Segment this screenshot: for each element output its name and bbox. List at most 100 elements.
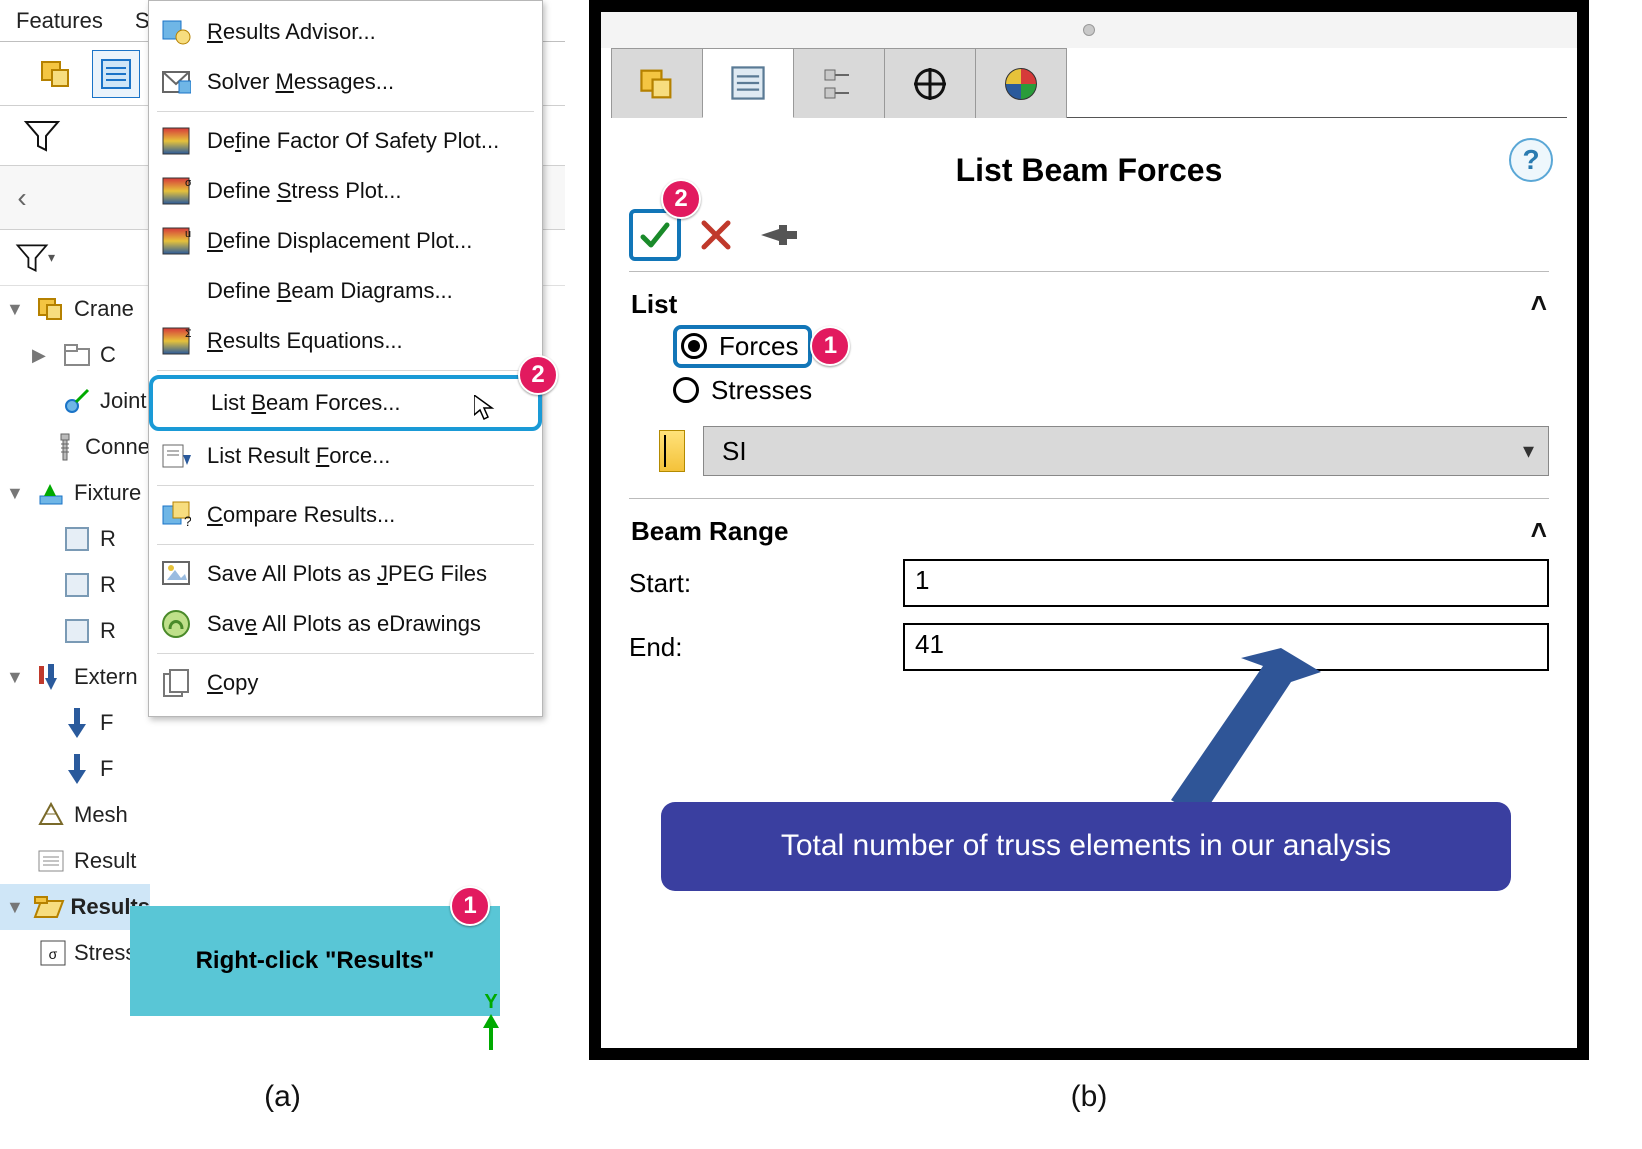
tree-item-label: Mesh <box>74 802 128 828</box>
tab-feature-tree[interactable] <box>611 48 703 118</box>
tree-item[interactable]: Result <box>0 838 150 884</box>
arrow-down-icon <box>60 706 94 740</box>
tree-item-label: Extern <box>74 664 138 690</box>
menu-item[interactable]: Results Advisor... <box>149 7 542 57</box>
tree-item[interactable]: σStress1 (-STRMAX: Upper bou <box>0 930 150 976</box>
tree-item[interactable]: Joint <box>0 378 150 424</box>
start-input[interactable]: 1 <box>903 559 1549 607</box>
menu-item[interactable]: ΣResults Equations... <box>149 316 542 366</box>
tree-item[interactable]: R <box>0 516 150 562</box>
tree-caret-icon[interactable]: ▼ <box>6 299 28 320</box>
feature-tree-icon[interactable] <box>32 50 80 98</box>
menu-item[interactable]: ?Compare Results... <box>149 490 542 540</box>
menu-item[interactable]: Save All Plots as JPEG Files <box>149 549 542 599</box>
figure-label-a: (a) <box>0 1080 565 1114</box>
callout-arrow <box>1121 648 1321 818</box>
menu-separator <box>157 544 534 545</box>
arrow-down-icon <box>60 752 94 786</box>
panel-grip[interactable] <box>601 12 1577 48</box>
chevron-up-icon: ˄ <box>1531 515 1547 547</box>
folder-icon <box>60 338 94 372</box>
tree-item[interactable]: R <box>0 608 150 654</box>
chevron-left-icon[interactable]: ‹ <box>10 182 34 214</box>
copy-icon <box>159 666 193 700</box>
menu-item-label: Define Factor Of Safety Plot... <box>207 128 499 154</box>
box-icon <box>60 522 94 556</box>
plot-sigma-icon: σ <box>159 174 193 208</box>
tree-item[interactable]: ▼Results <box>0 884 150 930</box>
tab-features[interactable]: Features <box>0 3 119 41</box>
funnel-icon[interactable] <box>22 116 62 156</box>
menu-item[interactable]: uDefine Displacement Plot... <box>149 216 542 266</box>
arrow-up-icon <box>481 1014 501 1050</box>
menu-item[interactable]: σDefine Stress Plot... <box>149 166 542 216</box>
tree-item[interactable]: ▶C <box>0 332 150 378</box>
help-button[interactable]: ? <box>1509 138 1553 182</box>
tree-caret-icon[interactable]: ▼ <box>6 897 27 918</box>
section-list-header[interactable]: List ˄ <box>629 284 1549 324</box>
radio-stresses-label: Stresses <box>711 375 812 406</box>
figure-label-b: (b) <box>589 1080 1589 1114</box>
feature-tree: ▼Crane▶CJointConne▼FixtureRRR▼ExternFFMe… <box>0 286 150 1060</box>
menu-item-label: Save All Plots as eDrawings <box>207 611 481 637</box>
end-row: End: 41 <box>629 615 1549 679</box>
tree-item[interactable]: Mesh <box>0 792 150 838</box>
tree-item[interactable]: ▼ Extern <box>0 654 150 700</box>
joint-icon <box>60 384 94 418</box>
tab-property-manager[interactable] <box>702 48 794 118</box>
step-badge-2-right: 2 <box>661 179 701 219</box>
tab-configuration-manager[interactable] <box>793 48 885 118</box>
radio-stresses[interactable] <box>673 377 699 403</box>
menu-item[interactable]: List Result Force... <box>149 431 542 481</box>
units-select[interactable]: SI ▾ <box>703 426 1549 476</box>
tree-caret-icon[interactable]: ▼ <box>6 483 28 504</box>
tab-dimxpert[interactable] <box>884 48 976 118</box>
menu-item[interactable]: Define Beam Diagrams... <box>149 266 542 316</box>
part-icon <box>34 292 68 326</box>
cancel-button[interactable] <box>699 218 733 252</box>
plot-icon <box>159 124 193 158</box>
svg-text:?: ? <box>184 513 191 529</box>
menu-item-label: Solver Messages... <box>207 69 394 95</box>
tree-item[interactable]: ▼ Fixture <box>0 470 150 516</box>
radio-forces[interactable] <box>681 333 707 359</box>
tree-item[interactable]: ▼Crane <box>0 286 150 332</box>
tree-caret-icon[interactable]: ▼ <box>6 667 28 688</box>
menu-item[interactable]: Solver Messages... <box>149 57 542 107</box>
tree-item[interactable]: F <box>0 746 150 792</box>
radio-forces-highlight: Forces <box>673 325 812 368</box>
tree-item-label: Result <box>74 848 136 874</box>
menu-item-label: Save All Plots as JPEG Files <box>207 561 487 587</box>
separator <box>629 271 1549 272</box>
tree-item[interactable]: R <box>0 562 150 608</box>
manager-tab-row <box>611 48 1567 118</box>
menu-item[interactable]: Define Factor Of Safety Plot... <box>149 116 542 166</box>
tree-item[interactable]: Conne <box>0 424 150 470</box>
dropdown-caret-icon[interactable]: ▾ <box>48 249 55 266</box>
menu-separator <box>157 485 534 486</box>
menu-item[interactable]: List Beam Forces...2 <box>149 375 542 431</box>
section-beam-range-header[interactable]: Beam Range ˄ <box>629 511 1549 551</box>
ok-cancel-row: 2 <box>629 207 1549 263</box>
menu-item[interactable]: Copy <box>149 658 542 708</box>
start-label: Start: <box>629 568 889 599</box>
menu-item[interactable]: Save All Plots as eDrawings <box>149 599 542 649</box>
svg-text:σ: σ <box>185 177 191 189</box>
folder-open-icon <box>33 890 65 924</box>
tree-item[interactable]: F <box>0 700 150 746</box>
tree-caret-icon[interactable]: ▶ <box>32 345 54 366</box>
menu-item-label: List Beam Forces... <box>211 390 401 416</box>
step-badge-2-left: 2 <box>518 355 558 395</box>
edraw-icon <box>159 607 193 641</box>
chevron-up-icon: ˄ <box>1531 288 1547 320</box>
callout-truss-count: Total number of truss elements in our an… <box>661 802 1511 891</box>
tree-item-label: Fixture <box>74 480 141 506</box>
screenshot-b: List Beam Forces 2 <box>589 0 1589 1060</box>
pin-button[interactable] <box>761 221 799 249</box>
tab-display-manager[interactable] <box>975 48 1067 118</box>
mesh-icon <box>34 798 68 832</box>
tree-item-label: R <box>100 618 116 644</box>
radio-forces-row: Forces 1 <box>629 324 1549 368</box>
property-manager-icon[interactable] <box>92 50 140 98</box>
unit-row: SI ▾ <box>629 412 1549 490</box>
